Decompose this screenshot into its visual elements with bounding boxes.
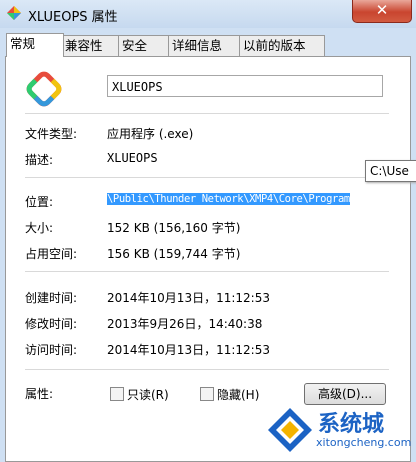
location-field[interactable]: \Public\Thunder Network\XMP4\Core\Progra… [107,191,387,209]
accessed-value: 2014年10月13日，11:12:53 [107,343,270,357]
created-value: 2014年10月13日，11:12:53 [107,291,270,305]
hidden-checkbox[interactable] [200,387,214,401]
modified-value: 2013年9月26日，14:40:38 [107,317,263,331]
tab-general[interactable]: 常规 [6,33,64,57]
location-tooltip: C:\Use [365,160,416,182]
watermark-url: xitongcheng.com [316,436,412,449]
disk-size-value: 156 KB (159,744 字节) [107,247,241,261]
program-icon [26,71,62,107]
close-icon: ✕ [375,1,389,19]
separator [25,271,389,272]
description-label: 描述: [25,153,54,167]
hidden-label[interactable]: 隐藏(H) [217,386,259,403]
window-title: XLUEOPS 属性 [28,10,118,25]
title-bar: XLUEOPS 属性 ✕ [0,0,416,28]
app-icon [7,6,21,20]
disk-size-label: 占用空间: [25,247,78,261]
tab-compatibility[interactable]: 兼容性 [61,35,121,56]
separator [25,113,389,114]
tab-details[interactable]: 详细信息 [168,35,242,56]
readonly-checkbox[interactable] [110,387,124,401]
file-type-value: 应用程序 (.exe) [107,127,194,141]
readonly-label[interactable]: 只读(R) [127,386,169,403]
size-value: 152 KB (156,160 字节) [107,221,241,235]
location-value: \Public\Thunder Network\XMP4\Core\Progra… [107,193,350,205]
size-label: 大小: [25,221,54,235]
modified-label: 修改时间: [25,317,78,331]
close-button[interactable]: ✕ [352,0,412,23]
attributes-label: 属性: [25,387,54,401]
description-value: XLUEOPS [107,151,158,165]
file-name-field[interactable]: XLUEOPS [107,75,383,97]
tab-previous-versions[interactable]: 以前的版本 [239,35,325,56]
watermark-text: 系统城 [318,412,385,437]
file-type-label: 文件类型: [25,127,78,141]
separator [25,369,389,370]
tab-security[interactable]: 安全 [118,35,170,56]
created-label: 创建时间: [25,291,78,305]
location-label: 位置: [25,195,54,209]
accessed-label: 访问时间: [25,343,78,357]
separator [25,177,389,178]
